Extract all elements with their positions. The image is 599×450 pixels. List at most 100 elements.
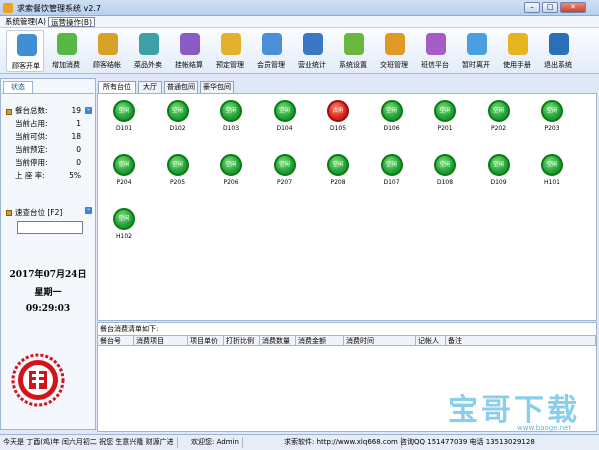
toolbar-button[interactable]: 交班管理 [375, 30, 413, 72]
takeaway-globe-icon [139, 33, 159, 55]
toolbar-button[interactable]: 顾客开单 [6, 30, 44, 72]
table-name: D107 [383, 179, 400, 186]
column-header[interactable]: 打折比例 [224, 336, 260, 346]
toolbar-button[interactable]: 挂帐结算 [170, 30, 208, 72]
table-p207[interactable]: 空闲 P207 [265, 154, 305, 194]
table-p202[interactable]: 空闲 P202 [479, 100, 519, 140]
table-name: D108 [436, 179, 454, 186]
toolbar-button[interactable]: 使用手册 [498, 30, 536, 72]
table-name: H102 [116, 233, 132, 240]
watermark-url: www.baoge.net [517, 424, 572, 432]
stat-value: 5% [69, 171, 81, 180]
stats-bullet-icon [6, 109, 12, 115]
maximize-button[interactable]: □ [542, 2, 558, 13]
title-bar: 求索餐饮管理系统 v2.7 – □ ✕ [0, 0, 599, 16]
toolbar-button-label: 营业统计 [298, 61, 326, 69]
table-p208[interactable]: 空闲 P208 [318, 154, 358, 194]
table-p201[interactable]: 空闲 P201 [425, 100, 465, 140]
column-header[interactable]: 餐台号 [98, 336, 134, 346]
column-header[interactable]: 备注 [446, 336, 596, 346]
table-d107[interactable]: 空闲 D107 [372, 154, 412, 194]
status-contact: 咨询QQ 151477039 电话 13513029128 [400, 438, 535, 446]
status-user: 欢迎您: Admin [191, 437, 243, 448]
toolbar-button[interactable]: 预定管理 [211, 30, 249, 72]
tab-hall[interactable]: 大厅 [138, 81, 162, 93]
table-h102[interactable]: 空闲 H102 [104, 208, 144, 248]
toolbar-button[interactable]: 班信平台 [416, 30, 454, 72]
order-pencil-icon [17, 34, 37, 56]
toolbar-button[interactable]: 顾客结帐 [88, 30, 126, 72]
stat-row: 当前预定: 0 [15, 144, 101, 156]
toolbar-button-label: 挂帐结算 [175, 61, 203, 69]
table-d109[interactable]: 空闲 D109 [479, 154, 519, 194]
toolbar-button[interactable]: 暂时离开 [457, 30, 495, 72]
table-name: P203 [544, 125, 560, 132]
column-header[interactable]: 项目单价 [188, 336, 224, 346]
table-status-icon: 空闲 [220, 154, 242, 176]
table-d101[interactable]: 空闲 D101 [104, 100, 144, 140]
toolbar-button-label: 交班管理 [380, 61, 408, 69]
stat-value: 0 [76, 158, 81, 167]
status-panel: 状态 » 餐台总数: 19 当前占用: 1 当前可供: 18 当前预定: 0 当前停用: 0 上 座… [0, 78, 96, 430]
stat-row: 上 座 率: 5% [15, 170, 101, 182]
column-header[interactable]: 消费金额 [296, 336, 344, 346]
toolbar-button[interactable]: 菜品外卖 [129, 30, 167, 72]
table-d108[interactable]: 空闲 D108 [425, 154, 465, 194]
menu-system[interactable]: 系统管理(A) [3, 17, 48, 27]
table-d106[interactable]: 空闲 D106 [372, 100, 412, 140]
stat-value: 0 [76, 145, 81, 154]
toolbar-button[interactable]: 退出系统 [539, 30, 577, 72]
table-d104[interactable]: 空闲 D104 [265, 100, 305, 140]
time-display: 09:29:03 [25, 304, 71, 314]
table-name: P201 [437, 125, 453, 132]
stat-value: 1 [76, 119, 81, 128]
column-header[interactable]: 消费时间 [344, 336, 416, 346]
quick-search-input[interactable] [17, 221, 83, 234]
toolbar-button-label: 暂时离开 [462, 61, 490, 69]
table-p204[interactable]: 空闲 P204 [104, 154, 144, 194]
table-h101[interactable]: 空闲 H101 [532, 154, 572, 194]
toolbar-button[interactable]: 增加消费 [47, 30, 85, 72]
toolbar-button[interactable]: 营业统计 [293, 30, 331, 72]
table-d102[interactable]: 空闲 D102 [158, 100, 198, 140]
table-name: D105 [329, 125, 347, 132]
table-status-icon: 空闲 [166, 100, 189, 122]
toolbar-button-label: 预定管理 [216, 61, 244, 69]
watermark-text: 宝哥下载 [448, 393, 580, 428]
toolbar-button-label: 使用手册 [503, 61, 531, 69]
status-website[interactable]: 求索软件: http://www.xlq668.com [284, 437, 402, 448]
column-header[interactable]: 消费项目 [134, 336, 188, 346]
quick-search-label: 速查台位 [F2] [15, 208, 63, 217]
table-name: P207 [276, 179, 293, 186]
close-button[interactable]: ✕ [560, 2, 586, 13]
column-header[interactable]: 消费数量 [260, 336, 296, 346]
table-status-icon: 空闲 [273, 100, 296, 122]
window-title: 求索餐饮管理系统 v2.7 [17, 4, 101, 13]
stat-row: 餐台总数: 19 [15, 105, 101, 117]
toolbar-button-label: 退出系统 [544, 61, 572, 69]
stat-label: 当前可供: [15, 132, 48, 141]
toolbar-button[interactable]: 系统设置 [334, 30, 372, 72]
toolbar-button[interactable]: 会员管理 [252, 30, 290, 72]
toolbar-button-label: 菜品外卖 [134, 61, 162, 69]
table-d105[interactable]: 占用 D105 [318, 100, 358, 140]
table-p205[interactable]: 空闲 P205 [158, 154, 198, 194]
tab-luxury-room[interactable]: 豪华包间 [200, 81, 234, 93]
column-header[interactable]: 记帐人 [416, 336, 446, 346]
menu-operations[interactable]: 运营操作(B) [48, 17, 95, 27]
stat-value: 18 [71, 132, 81, 141]
table-status-icon: 空闲 [434, 154, 456, 176]
table-status-icon: 空闲 [166, 154, 189, 176]
toolbar-button-label: 会员管理 [257, 61, 285, 69]
weekday-display: 星期一 [34, 288, 62, 298]
table-p206[interactable]: 空闲 P206 [211, 154, 251, 194]
tab-all-tables[interactable]: 所有台位 [98, 81, 136, 93]
settings-cubes-icon [344, 33, 364, 55]
tab-status[interactable]: 状态 [3, 81, 33, 93]
expand-icon[interactable]: » [85, 207, 92, 214]
table-d103[interactable]: 空闲 D103 [211, 100, 251, 140]
tab-standard-room[interactable]: 普通包间 [164, 81, 198, 93]
table-p203[interactable]: 空闲 P203 [532, 100, 572, 140]
toolbar-button-label: 顾客结帐 [93, 61, 121, 69]
minimize-button[interactable]: – [524, 2, 540, 13]
